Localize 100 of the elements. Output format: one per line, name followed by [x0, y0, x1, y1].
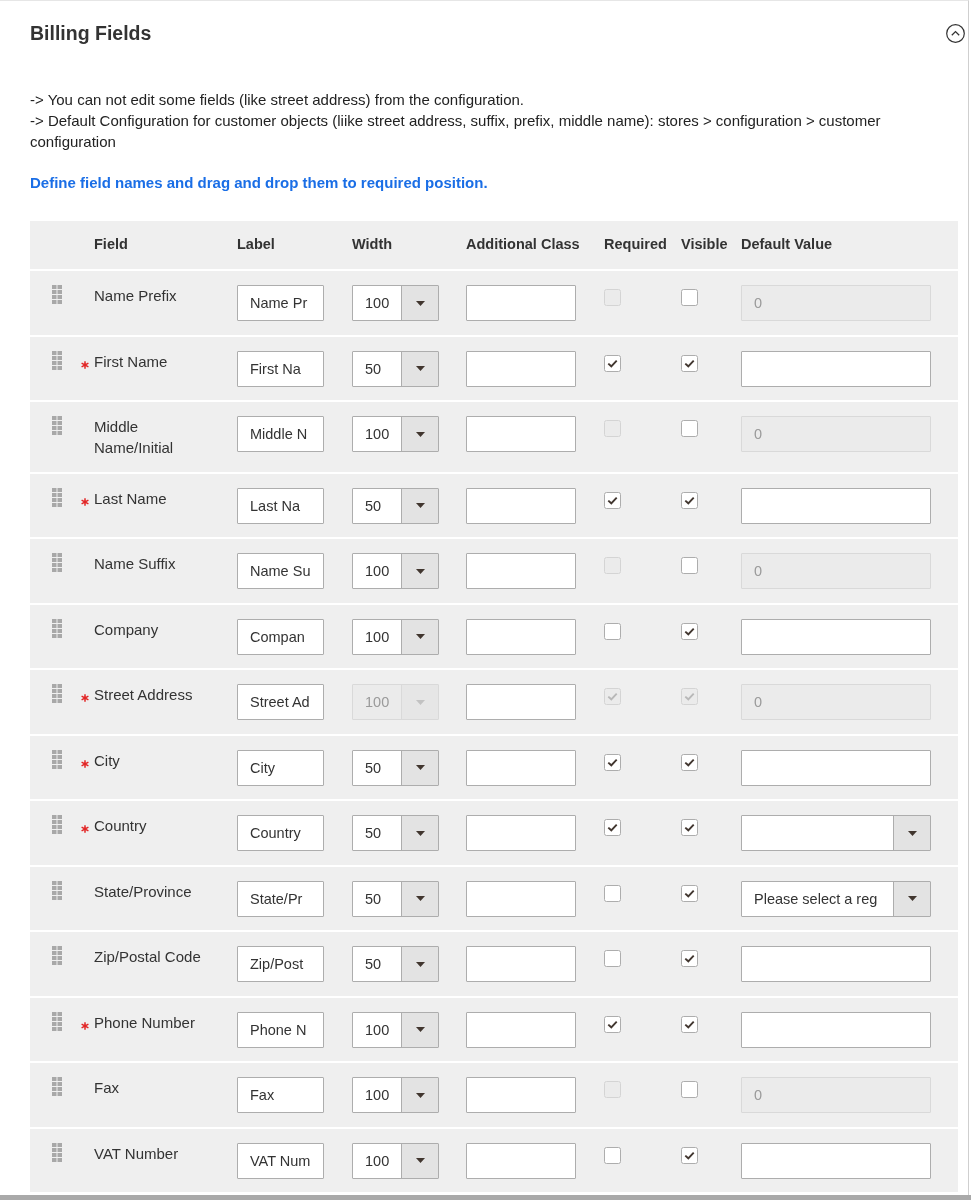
width-select[interactable]: 50	[352, 749, 439, 786]
caret-icon	[415, 503, 425, 508]
default-value-select[interactable]	[741, 815, 931, 851]
checkbox[interactable]	[681, 819, 698, 836]
width-select[interactable]: 50	[352, 880, 439, 917]
class-input[interactable]	[466, 1011, 576, 1048]
width-select[interactable]: 100	[352, 618, 439, 655]
class-input[interactable]	[466, 749, 576, 786]
default-value-input[interactable]	[741, 749, 931, 786]
default-value-input[interactable]	[741, 350, 931, 387]
drag-handle-icon[interactable]	[52, 684, 62, 703]
drag-handle-icon[interactable]	[52, 618, 62, 638]
label-input[interactable]: Zip/Post	[237, 946, 324, 982]
width-select[interactable]: 50	[352, 487, 439, 524]
caret-icon	[415, 1092, 425, 1098]
label-input[interactable]: Phone N	[237, 1011, 324, 1048]
checkbox[interactable]	[681, 753, 698, 771]
class-input[interactable]	[466, 946, 576, 982]
drag-handle-icon[interactable]	[52, 553, 62, 572]
class-input[interactable]	[466, 618, 576, 655]
class-input[interactable]	[466, 285, 576, 321]
checkbox[interactable]	[681, 354, 698, 372]
drag-handle-icon[interactable]	[52, 749, 62, 769]
width-select[interactable]: 100	[352, 553, 439, 589]
class-input[interactable]	[466, 1077, 576, 1113]
checkbox[interactable]	[681, 1146, 698, 1164]
caret-icon	[415, 300, 425, 306]
checkbox[interactable]	[681, 420, 698, 437]
drag-handle-icon[interactable]	[52, 946, 62, 965]
default-value-input[interactable]	[741, 487, 931, 524]
checkbox[interactable]	[604, 950, 621, 967]
class-input[interactable]	[466, 880, 576, 917]
checkbox[interactable]	[681, 950, 698, 967]
class-input[interactable]	[466, 416, 576, 452]
label-input[interactable]: Middle N	[237, 416, 324, 452]
width-select[interactable]: 100	[352, 416, 439, 452]
drag-handle-icon[interactable]	[52, 350, 62, 370]
checkbox[interactable]	[604, 491, 621, 509]
label-input[interactable]: City	[237, 749, 324, 786]
width-select[interactable]: 100	[352, 1142, 439, 1179]
label-input[interactable]: First Na	[237, 350, 324, 387]
drag-handle-icon[interactable]	[52, 487, 62, 507]
drag-handle-icon[interactable]	[52, 815, 62, 834]
label-input[interactable]: State/Pr	[237, 880, 324, 917]
note-text: -> Default Configuration for customer objects (liike street address, suffix, prefix, middle name): stores > configuration > customer configuration	[30, 111, 882, 152]
default-value-input[interactable]	[741, 1011, 931, 1048]
checkbox[interactable]	[681, 884, 698, 902]
default-value-input[interactable]	[741, 1142, 931, 1179]
width-select[interactable]: 50	[352, 350, 439, 387]
label-input[interactable]: Fax	[237, 1077, 324, 1113]
caret-icon	[415, 765, 425, 770]
checkbox[interactable]	[604, 1146, 621, 1164]
class-input[interactable]	[466, 1142, 576, 1179]
checkbox[interactable]	[681, 622, 698, 640]
checkbox[interactable]	[681, 1015, 698, 1033]
drag-handle-icon[interactable]	[52, 1077, 62, 1096]
drag-handle-icon[interactable]	[52, 880, 62, 900]
note-text: -> You can not edit some fields (like street address) from the configuration.	[30, 90, 525, 110]
width-select[interactable]: 100	[352, 285, 439, 321]
checkbox[interactable]	[681, 491, 698, 509]
label-input[interactable]: Name Su	[237, 553, 324, 589]
caret-icon	[415, 699, 425, 705]
label-input[interactable]: VAT Num	[237, 1142, 324, 1179]
checkbox[interactable]	[604, 819, 621, 836]
class-input[interactable]	[466, 684, 576, 720]
width-select[interactable]: 50	[352, 815, 439, 851]
checkbox[interactable]	[681, 557, 698, 574]
caret-icon	[415, 961, 425, 967]
checkbox[interactable]	[604, 622, 621, 640]
checkbox[interactable]	[604, 1015, 621, 1033]
width-select[interactable]: 100	[352, 1011, 439, 1048]
column-header: Visible	[681, 236, 728, 253]
label-input[interactable]: Country	[237, 815, 324, 851]
class-input[interactable]	[466, 553, 576, 589]
drag-handle-icon[interactable]	[52, 416, 62, 435]
default-value-input[interactable]	[741, 946, 931, 982]
class-input[interactable]	[466, 487, 576, 524]
caret-icon	[415, 896, 425, 901]
checkbox[interactable]	[681, 289, 698, 306]
checkbox[interactable]	[604, 753, 621, 771]
default-value-input[interactable]	[741, 618, 931, 655]
drag-handle-icon[interactable]	[52, 285, 62, 304]
drag-handle-icon[interactable]	[52, 1142, 62, 1162]
checkbox[interactable]	[604, 354, 621, 372]
class-input[interactable]	[466, 815, 576, 851]
caret-icon	[415, 366, 425, 371]
checkbox[interactable]	[604, 884, 621, 902]
default-value-select[interactable]: Please select a reg	[741, 880, 931, 917]
label-input[interactable]: Last Na	[237, 487, 324, 524]
width-select[interactable]: 100	[352, 1077, 439, 1113]
column-header: Label	[237, 236, 275, 253]
field-name: Fax	[94, 1078, 120, 1098]
label-input[interactable]: Street Ad	[237, 684, 324, 720]
checkbox[interactable]	[681, 1081, 698, 1098]
drag-handle-icon[interactable]	[52, 1011, 62, 1031]
width-select[interactable]: 50	[352, 946, 439, 982]
label-input[interactable]: Name Pr	[237, 285, 324, 321]
collapse-icon[interactable]	[946, 23, 965, 43]
class-input[interactable]	[466, 350, 576, 387]
label-input[interactable]: Compan	[237, 618, 324, 655]
